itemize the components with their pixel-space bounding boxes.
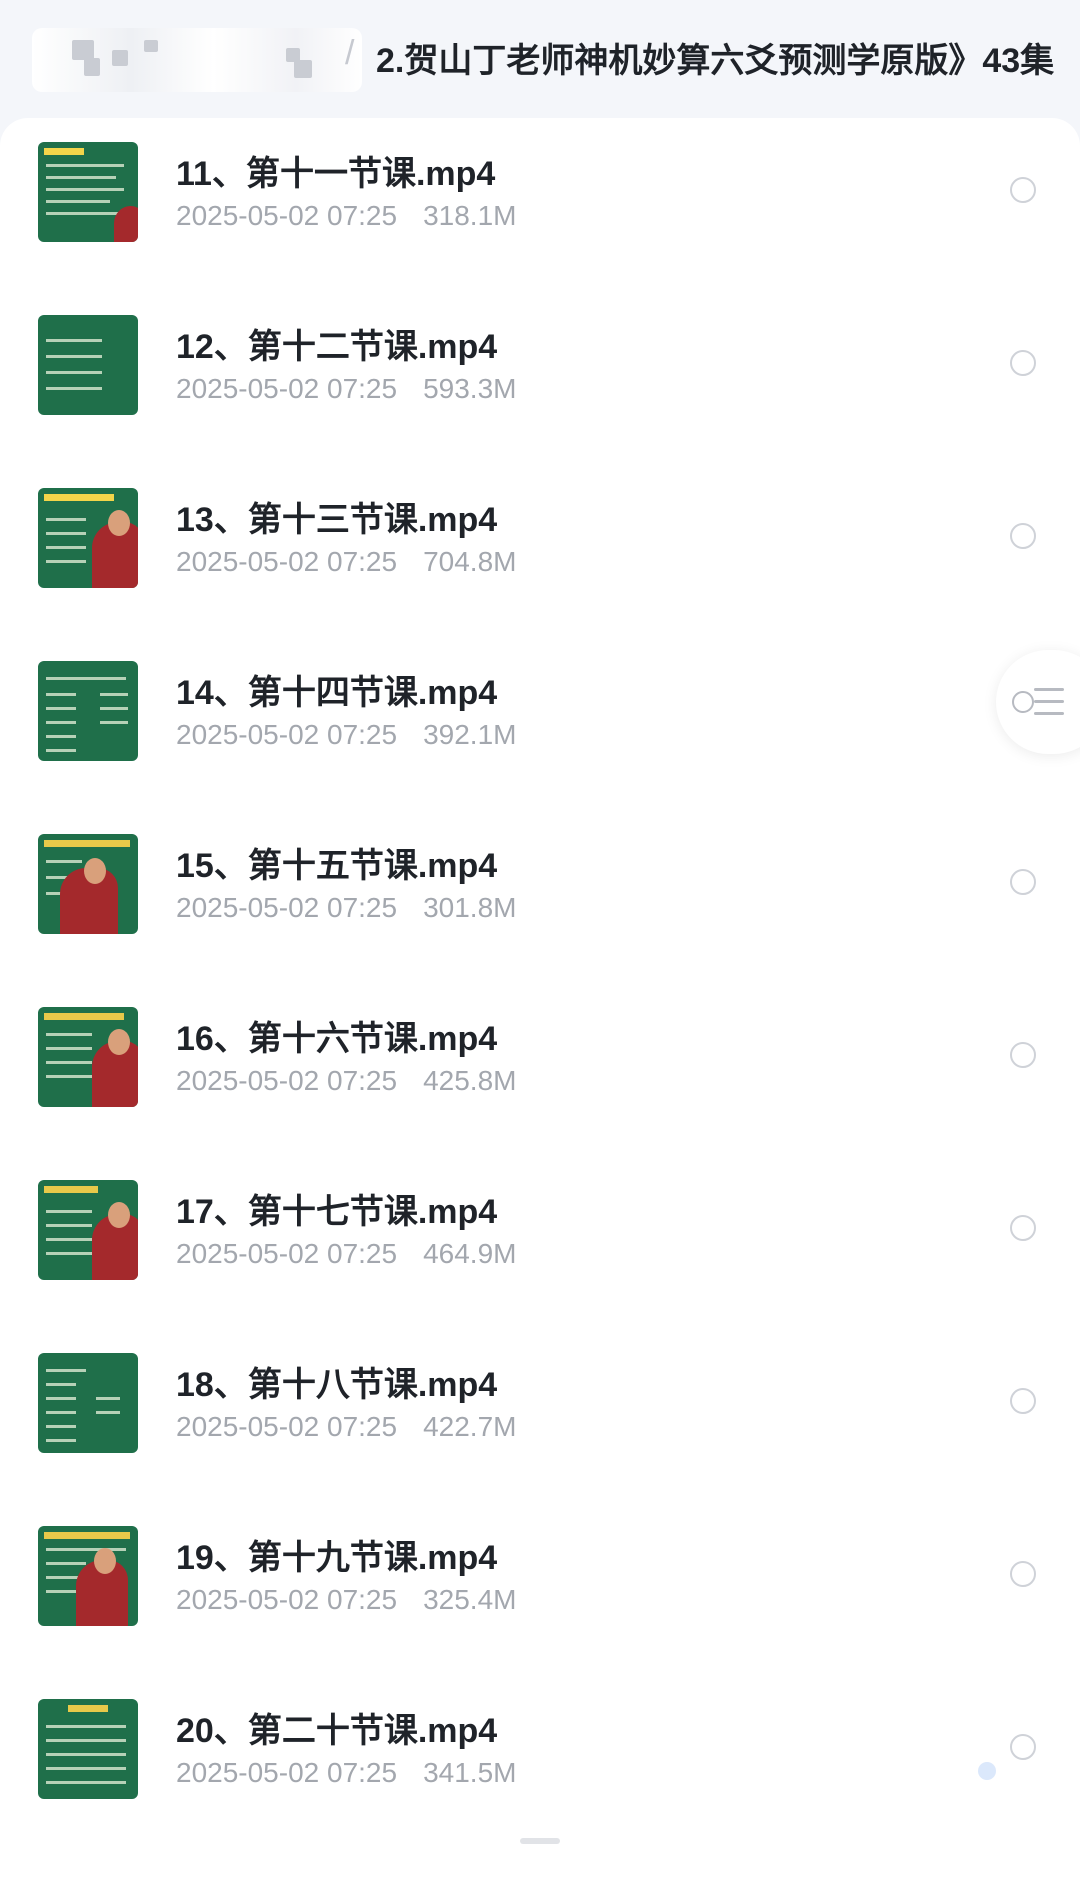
- file-size: 301.8M: [423, 892, 517, 923]
- file-date: 2025-05-02 07:25: [176, 1584, 398, 1615]
- file-date: 2025-05-02 07:25: [176, 1238, 398, 1269]
- file-row[interactable]: 14、第十四节课.mp4 2025-05-02 07:25 392.1M: [0, 649, 1080, 822]
- top-header: / 2.贺山丁老师神机妙算六爻预测学原版》43集: [0, 0, 1080, 118]
- file-row[interactable]: 13、第十三节课.mp4 2025-05-02 07:25 704.8M: [0, 476, 1080, 649]
- file-date: 2025-05-02 07:25: [176, 200, 398, 231]
- select-radio-icon[interactable]: [1010, 1561, 1036, 1587]
- status-dot: [978, 1762, 996, 1780]
- file-row[interactable]: 20、第二十节课.mp4 2025-05-02 07:25 341.5M: [0, 1687, 1080, 1860]
- video-thumbnail: [38, 1180, 138, 1280]
- file-size: 704.8M: [423, 546, 517, 577]
- file-meta: 2025-05-02 07:25 422.7M: [176, 1411, 516, 1443]
- select-radio-icon[interactable]: [1010, 350, 1036, 376]
- file-size: 422.7M: [423, 1411, 517, 1442]
- select-radio-icon[interactable]: [1010, 523, 1036, 549]
- file-meta: 2025-05-02 07:25 464.9M: [176, 1238, 516, 1270]
- file-meta: 2025-05-02 07:25 301.8M: [176, 892, 516, 924]
- file-meta: 2025-05-02 07:25 392.1M: [176, 719, 516, 751]
- file-date: 2025-05-02 07:25: [176, 1065, 398, 1096]
- file-size: 325.4M: [423, 1584, 517, 1615]
- file-row[interactable]: 16、第十六节课.mp4 2025-05-02 07:25 425.8M: [0, 995, 1080, 1168]
- file-size: 341.5M: [423, 1757, 517, 1788]
- file-size: 464.9M: [423, 1238, 517, 1269]
- file-name: 14、第十四节课.mp4: [176, 674, 498, 712]
- breadcrumb-current-folder: 2.贺山丁老师神机妙算六爻预测学原版》43集: [376, 42, 1055, 80]
- video-thumbnail: [38, 1526, 138, 1626]
- file-date: 2025-05-02 07:25: [176, 1757, 398, 1788]
- select-radio-icon[interactable]: [1010, 1734, 1036, 1760]
- file-date: 2025-05-02 07:25: [176, 546, 398, 577]
- video-thumbnail: [38, 488, 138, 588]
- file-date: 2025-05-02 07:25: [176, 892, 398, 923]
- file-list: 11、第十一节课.mp4 2025-05-02 07:25 318.1M 12、第…: [0, 118, 1080, 1878]
- select-radio-icon[interactable]: [1010, 177, 1036, 203]
- file-meta: 2025-05-02 07:25 341.5M: [176, 1757, 516, 1789]
- select-radio-icon[interactable]: [1010, 869, 1036, 895]
- file-meta: 2025-05-02 07:25 704.8M: [176, 546, 516, 578]
- file-meta: 2025-05-02 07:25 325.4M: [176, 1584, 516, 1616]
- file-meta: 2025-05-02 07:25 425.8M: [176, 1065, 516, 1097]
- select-radio-icon[interactable]: [1010, 1388, 1036, 1414]
- breadcrumb-separator: /: [345, 34, 355, 72]
- file-name: 15、第十五节课.mp4: [176, 847, 498, 885]
- file-name: 11、第十一节课.mp4: [176, 155, 496, 193]
- select-radio-icon[interactable]: [1010, 1042, 1036, 1068]
- video-thumbnail: [38, 1699, 138, 1799]
- file-row[interactable]: 11、第十一节课.mp4 2025-05-02 07:25 318.1M: [0, 130, 1080, 303]
- file-meta: 2025-05-02 07:25 318.1M: [176, 200, 516, 232]
- file-row[interactable]: 19、第十九节课.mp4 2025-05-02 07:25 325.4M: [0, 1514, 1080, 1687]
- file-date: 2025-05-02 07:25: [176, 373, 398, 404]
- video-thumbnail: [38, 661, 138, 761]
- video-thumbnail: [38, 315, 138, 415]
- video-thumbnail: [38, 834, 138, 934]
- file-size: 425.8M: [423, 1065, 517, 1096]
- file-size: 318.1M: [423, 200, 517, 231]
- file-row[interactable]: 15、第十五节课.mp4 2025-05-02 07:25 301.8M: [0, 822, 1080, 995]
- file-date: 2025-05-02 07:25: [176, 1411, 398, 1442]
- video-thumbnail: [38, 1007, 138, 1107]
- video-thumbnail: [38, 1353, 138, 1453]
- file-row[interactable]: 17、第十七节课.mp4 2025-05-02 07:25 464.9M: [0, 1168, 1080, 1341]
- file-size: 392.1M: [423, 719, 517, 750]
- file-row[interactable]: 18、第十八节课.mp4 2025-05-02 07:25 422.7M: [0, 1341, 1080, 1514]
- file-name: 19、第十九节课.mp4: [176, 1539, 498, 1577]
- file-name: 12、第十二节课.mp4: [176, 328, 498, 366]
- select-radio-icon[interactable]: [1010, 1215, 1036, 1241]
- file-name: 17、第十七节课.mp4: [176, 1193, 498, 1231]
- file-date: 2025-05-02 07:25: [176, 719, 398, 750]
- file-meta: 2025-05-02 07:25 593.3M: [176, 373, 516, 405]
- file-name: 18、第十八节课.mp4: [176, 1366, 498, 1404]
- breadcrumb-parent-redacted[interactable]: [32, 28, 362, 92]
- file-size: 593.3M: [423, 373, 517, 404]
- file-name: 20、第二十节课.mp4: [176, 1712, 498, 1750]
- file-name: 13、第十三节课.mp4: [176, 501, 498, 539]
- file-row[interactable]: 12、第十二节课.mp4 2025-05-02 07:25 593.3M: [0, 303, 1080, 476]
- file-name: 16、第十六节课.mp4: [176, 1020, 498, 1058]
- video-thumbnail: [38, 142, 138, 242]
- home-indicator: [520, 1838, 560, 1844]
